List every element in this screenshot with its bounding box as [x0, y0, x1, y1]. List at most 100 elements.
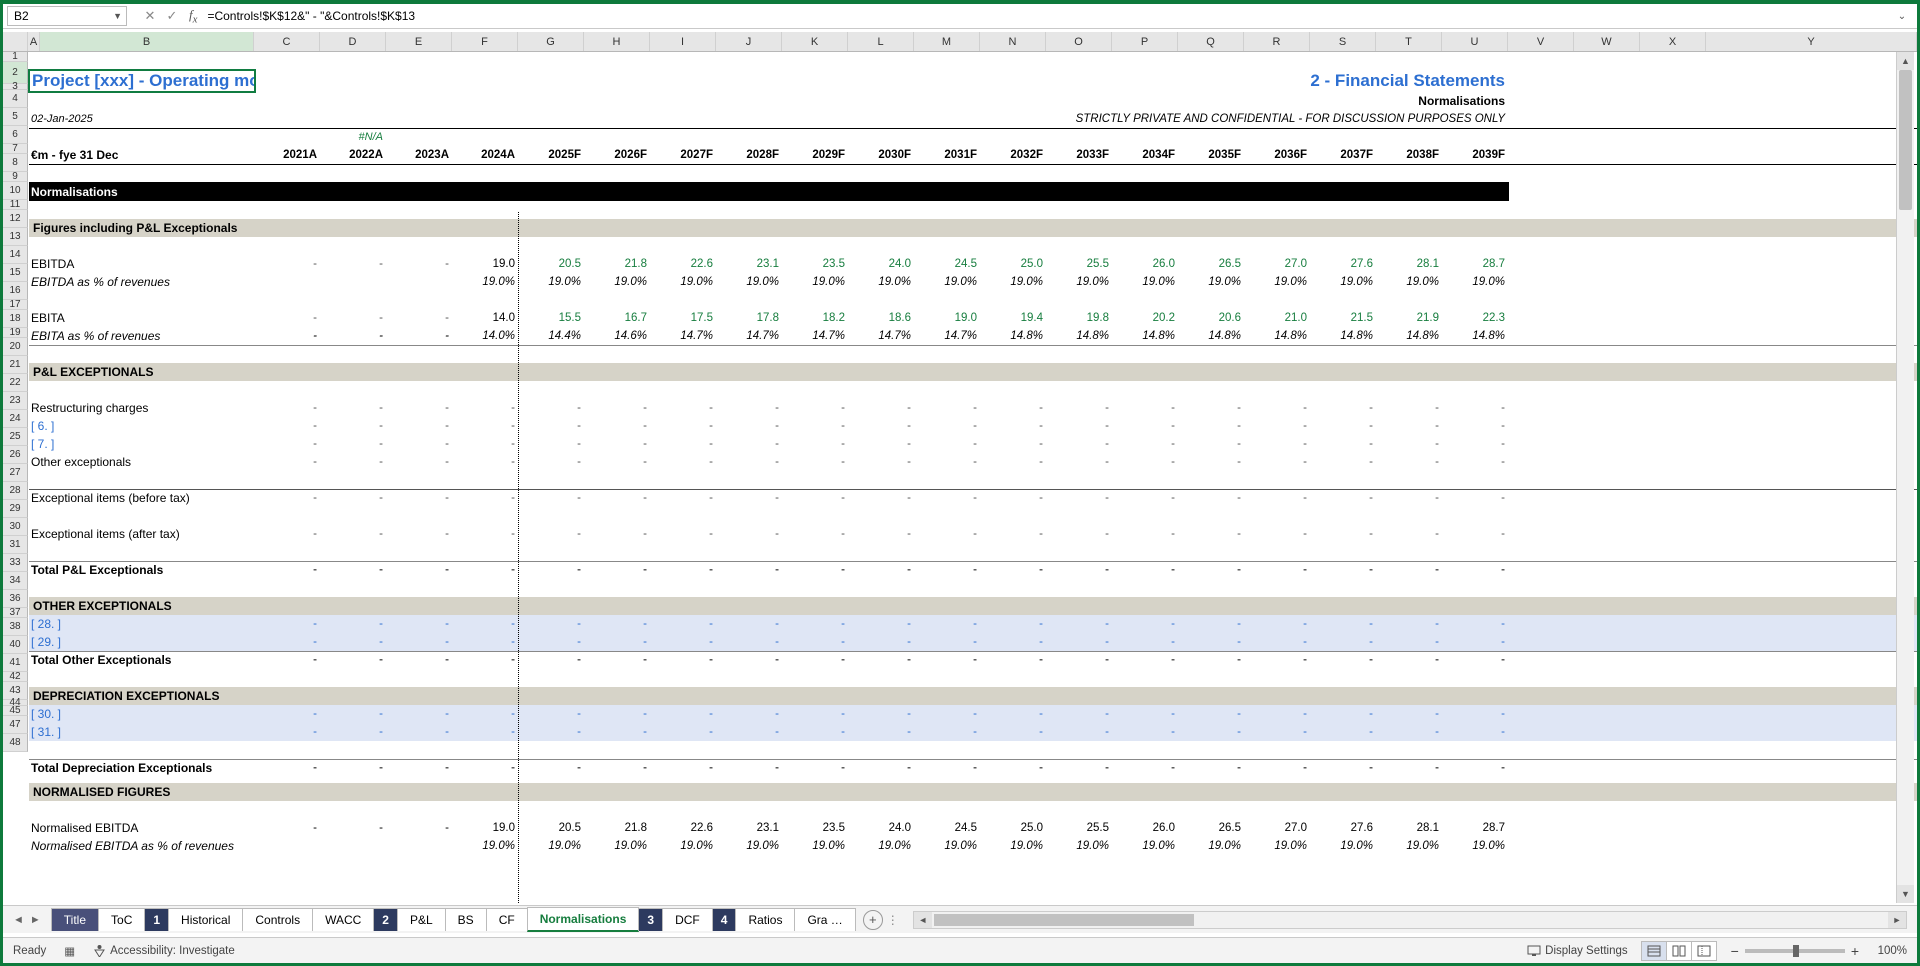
col-header[interactable]: V: [1508, 32, 1574, 51]
row-header[interactable]: 37: [3, 608, 28, 618]
zoom-level[interactable]: 100%: [1865, 945, 1907, 957]
col-header[interactable]: H: [584, 32, 650, 51]
scroll-right-icon[interactable]: ►: [1888, 912, 1906, 928]
formula-input[interactable]: =Controls!$K$12&" - "&Controls!$K$13: [203, 9, 1891, 23]
scroll-up-icon[interactable]: ▲: [1897, 52, 1914, 70]
row-header[interactable]: 1: [3, 52, 28, 62]
col-header[interactable]: R: [1244, 32, 1310, 51]
row-header[interactable]: 6: [3, 126, 28, 144]
sheet-tab[interactable]: Ratios: [735, 908, 795, 931]
row-header[interactable]: 34: [3, 572, 28, 590]
col-header[interactable]: J: [716, 32, 782, 51]
display-settings-button[interactable]: Display Settings: [1527, 945, 1627, 957]
col-header[interactable]: O: [1046, 32, 1112, 51]
zoom-out-icon[interactable]: −: [1731, 943, 1739, 959]
col-header[interactable]: G: [518, 32, 584, 51]
page-layout-view-icon[interactable]: [1666, 941, 1692, 961]
col-header[interactable]: X: [1640, 32, 1706, 51]
vertical-scrollbar[interactable]: ▲ ▼: [1896, 52, 1914, 903]
row-header[interactable]: 8: [3, 154, 28, 172]
scroll-thumb[interactable]: [1899, 70, 1912, 210]
tab-next-icon[interactable]: ►: [30, 914, 41, 926]
col-header[interactable]: M: [914, 32, 980, 51]
col-header[interactable]: S: [1310, 32, 1376, 51]
row-header[interactable]: 17: [3, 300, 28, 310]
col-header[interactable]: A: [28, 32, 40, 51]
grid-area[interactable]: Project [xxx] - Operating model2 - Finan…: [28, 52, 1917, 903]
row-header[interactable]: 47: [3, 716, 28, 734]
row-header[interactable]: 31: [3, 536, 28, 554]
row-header[interactable]: 11: [3, 200, 28, 210]
row-header[interactable]: 48: [3, 734, 28, 752]
row-header[interactable]: 18: [3, 310, 28, 328]
row-header[interactable]: 12: [3, 210, 28, 228]
macro-recorder-icon[interactable]: ▦: [64, 944, 75, 958]
row-header[interactable]: 33: [3, 554, 28, 572]
scroll-down-icon[interactable]: ▼: [1897, 885, 1914, 903]
row-header[interactable]: 27: [3, 464, 28, 482]
expand-formula-bar-icon[interactable]: ⌄: [1891, 11, 1913, 22]
row-header[interactable]: 7: [3, 144, 28, 154]
col-header[interactable]: P: [1112, 32, 1178, 51]
row-header[interactable]: 9: [3, 172, 28, 182]
row-header[interactable]: 24: [3, 410, 28, 428]
row-header[interactable]: 28: [3, 482, 28, 500]
scroll-left-icon[interactable]: ◄: [914, 912, 932, 928]
row-header[interactable]: 19: [3, 328, 28, 338]
row-header[interactable]: 23: [3, 392, 28, 410]
new-sheet-icon[interactable]: +: [863, 910, 883, 930]
col-header[interactable]: E: [386, 32, 452, 51]
row-header[interactable]: 22: [3, 374, 28, 392]
col-header[interactable]: F: [452, 32, 518, 51]
sheet-tab[interactable]: 2: [373, 908, 398, 931]
hscroll-thumb[interactable]: [934, 914, 1194, 926]
row-header[interactable]: 20: [3, 338, 28, 356]
row-header[interactable]: 42: [3, 672, 28, 682]
select-all-triangle[interactable]: [3, 32, 28, 51]
col-header[interactable]: B: [40, 32, 254, 51]
horizontal-scrollbar[interactable]: ◄ ►: [913, 911, 1907, 929]
sheet-tab[interactable]: Controls: [242, 908, 313, 931]
col-header[interactable]: Q: [1178, 32, 1244, 51]
sheet-tab[interactable]: 3: [638, 908, 663, 931]
row-header[interactable]: 21: [3, 356, 28, 374]
row-header[interactable]: 45: [3, 706, 28, 716]
col-header[interactable]: L: [848, 32, 914, 51]
col-header[interactable]: T: [1376, 32, 1442, 51]
row-header[interactable]: 40: [3, 636, 28, 654]
normal-view-icon[interactable]: [1641, 941, 1667, 961]
col-header[interactable]: N: [980, 32, 1046, 51]
zoom-in-icon[interactable]: +: [1851, 943, 1859, 959]
col-header[interactable]: K: [782, 32, 848, 51]
sheet-tab[interactable]: P&L: [397, 908, 446, 931]
row-header[interactable]: 38: [3, 618, 28, 636]
name-box[interactable]: B2 ▼: [7, 6, 127, 26]
sheet-tab[interactable]: ToC: [98, 908, 145, 931]
row-header[interactable]: 30: [3, 518, 28, 536]
row-header[interactable]: 15: [3, 264, 28, 282]
enter-formula-icon[interactable]: ✓: [161, 6, 183, 26]
col-header[interactable]: D: [320, 32, 386, 51]
sheet-tab[interactable]: WACC: [312, 908, 374, 931]
accessibility-button[interactable]: Accessibility: Investigate: [93, 944, 235, 957]
col-header[interactable]: W: [1574, 32, 1640, 51]
row-header[interactable]: 41: [3, 654, 28, 672]
row-header[interactable]: 16: [3, 282, 28, 300]
cancel-formula-icon[interactable]: ✕: [139, 6, 161, 26]
sheet-tab[interactable]: 1: [144, 908, 169, 931]
tab-first-icon[interactable]: ◄: [13, 914, 24, 926]
sheet-tab[interactable]: Historical: [168, 908, 243, 931]
sheet-tab[interactable]: CF: [486, 908, 528, 931]
col-header[interactable]: I: [650, 32, 716, 51]
row-header[interactable]: 36: [3, 590, 28, 608]
col-header[interactable]: Y: [1706, 32, 1917, 51]
col-header[interactable]: C: [254, 32, 320, 51]
sheet-tab[interactable]: DCF: [662, 908, 713, 931]
zoom-slider[interactable]: [1745, 949, 1845, 953]
row-header[interactable]: 13: [3, 228, 28, 246]
row-header[interactable]: 10: [3, 182, 28, 200]
sheet-tab[interactable]: 4: [712, 908, 737, 931]
sheet-tab[interactable]: Title: [51, 908, 99, 931]
row-header[interactable]: 26: [3, 446, 28, 464]
fx-icon[interactable]: fx: [183, 7, 203, 26]
